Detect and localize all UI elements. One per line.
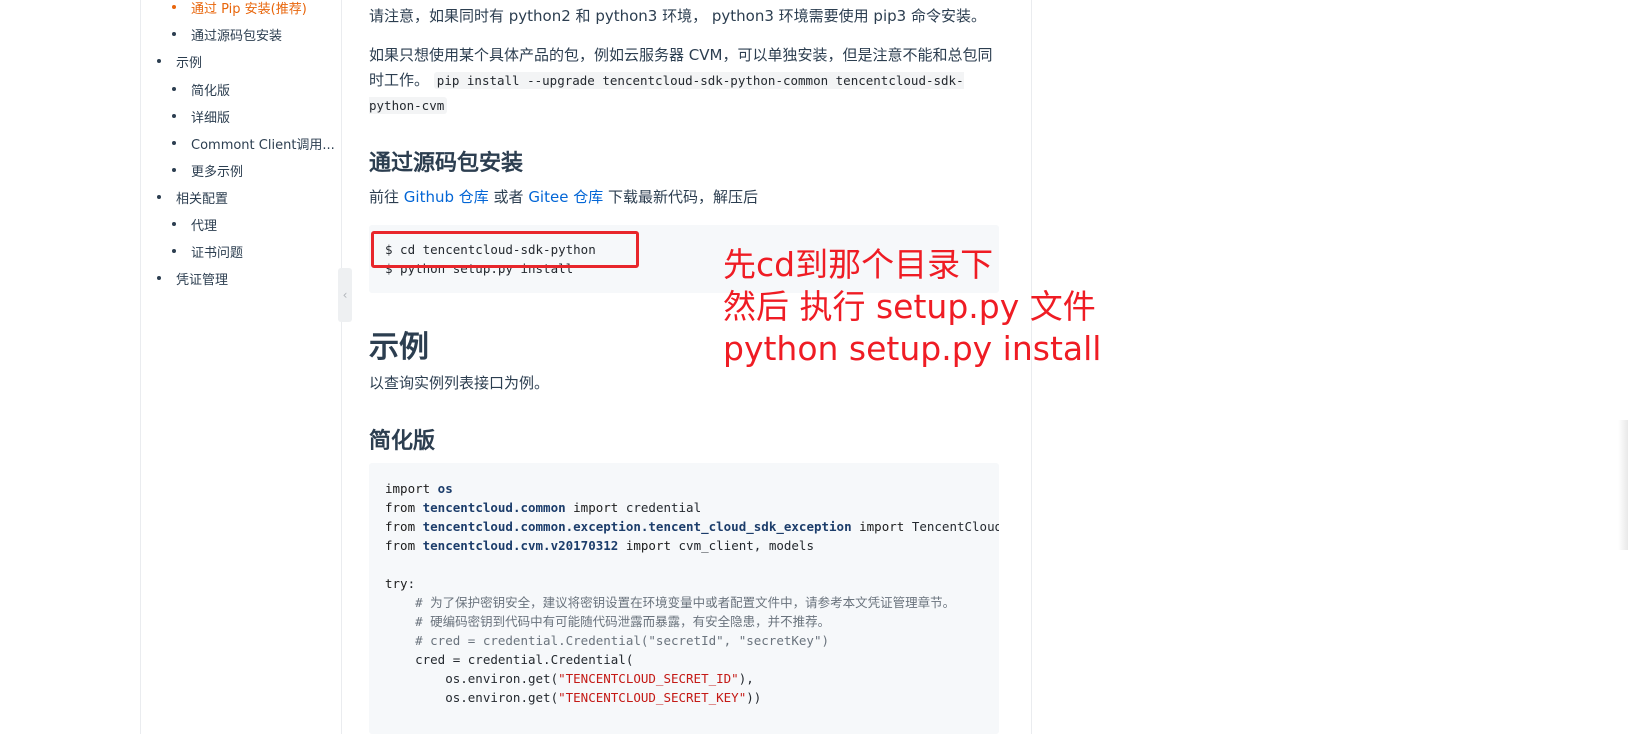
toc-item-label: 证书问题 [191, 246, 244, 261]
toc-item-label: 更多示例 [191, 165, 244, 180]
code-line: os.environ.get("TENCENTCLOUD_SECRET_KEY"… [385, 688, 761, 707]
toc-item-label: 通过源码包安装 [191, 29, 283, 44]
code-line: from tencentcloud.cvm.v20170312 import c… [385, 536, 814, 555]
code-line: from tencentcloud.common.exception.tence… [385, 517, 999, 536]
code-module: os [430, 481, 453, 496]
code-keyword: from [385, 500, 416, 515]
bullet-icon [157, 195, 161, 199]
code-text: : [407, 576, 416, 591]
paragraph-text: 或者 [488, 188, 529, 206]
toc-item-pip-install[interactable]: 通过 Pip 安装(推荐) [172, 0, 307, 17]
code-comment: # 为了保护密钥安全，建议将密钥设置在环境变量中或者配置文件中，请参考本文凭证管… [385, 595, 956, 610]
code-text: os.environ.get( [385, 690, 559, 705]
code-text: )) [746, 690, 762, 705]
bullet-icon [172, 87, 176, 91]
toc-item-source-install[interactable]: 通过源码包安装 [172, 25, 283, 44]
toc-item-label: 通过 Pip 安装(推荐) [191, 2, 307, 17]
code-line: try: [385, 574, 415, 593]
toc-item-simple[interactable]: 简化版 [172, 80, 231, 99]
code-keyword: import [851, 519, 905, 534]
paragraph-example-intro: 以查询实例列表接口为例。 [369, 374, 550, 392]
code-line: cred = credential.Credential( [385, 652, 634, 667]
code-text: cvm_client, models [671, 538, 814, 553]
code-line: import os [385, 479, 453, 498]
code-line: from tencentcloud.common import credenti… [385, 498, 701, 517]
annotation-line: 先cd到那个目录下 [723, 245, 994, 284]
toc-item-more-examples[interactable]: 更多示例 [172, 161, 244, 180]
paragraph-text: 前往 [369, 188, 404, 206]
paragraph-single-product: 如果只想使用某个具体产品的包，例如云服务器 CVM，可以单独安装，但是注意不能和… [369, 43, 999, 118]
handwritten-annotation: 先cd到那个目录下 然后 执行 setup.py 文件 python setup… [723, 244, 1101, 370]
toc-item-label: 凭证管理 [176, 273, 229, 288]
heading-examples: 示例 [369, 330, 429, 365]
bullet-icon [172, 32, 176, 36]
code-string: "TENCENTCLOUD_SECRET_KEY" [558, 690, 747, 705]
bullet-icon [157, 59, 161, 63]
toc-item-credentials[interactable]: 凭证管理 [157, 269, 229, 288]
code-comment: # cred = credential.Credential("secretId… [385, 633, 830, 648]
toc-item-label: 示例 [176, 56, 203, 71]
sidebar: 通过 Pip 安装(推荐) 通过源码包安装 示例 简化版 详细版 Commont… [140, 0, 342, 734]
simple-code-block: import os from tencentcloud.common impor… [369, 463, 999, 734]
code-module: tencentcloud.common [415, 500, 566, 515]
paragraph-pip3-note: 请注意，如果同时有 python2 和 python3 环境， python3 … [369, 7, 986, 25]
annotation-line: 然后 执行 setup.py 文件 [723, 287, 1096, 326]
toc-item-proxy[interactable]: 代理 [172, 215, 218, 234]
code-text: TencentCloudSDKException [911, 519, 999, 534]
code-keyword: from [385, 519, 416, 534]
toc-item-common-client[interactable]: Commont Client调用... [172, 134, 335, 153]
gitee-link[interactable]: Gitee 仓库 [528, 188, 603, 206]
annotation-line: python setup.py install [723, 329, 1102, 368]
code-text: os.environ.get( [385, 671, 559, 686]
heading-source-install: 通过源码包安装 [369, 151, 524, 176]
code-keyword: from [385, 538, 416, 553]
code-keyword: import [385, 481, 431, 496]
bullet-icon [172, 141, 176, 145]
code-text: credential [618, 500, 702, 515]
toc-item-cert[interactable]: 证书问题 [172, 242, 244, 261]
toc-item-label: Commont Client调用... [191, 138, 335, 153]
paragraph-text: 下载最新代码，解压后 [603, 188, 758, 206]
code-comment: # 硬编码密钥到代码中有可能随代码泄露而暴露，有安全隐患，并不推荐。 [385, 614, 831, 629]
toc-item-label: 详细版 [191, 111, 231, 126]
toc-item-label: 代理 [191, 219, 218, 234]
toc-item-label: 简化版 [191, 84, 231, 99]
edge-shadow [1618, 420, 1628, 550]
bullet-icon [172, 5, 176, 9]
highlight-box [371, 231, 639, 268]
code-module: tencentcloud.common.exception.tencent_cl… [415, 519, 852, 534]
paragraph-download: 前往 Github 仓库 或者 Gitee 仓库 下载最新代码，解压后 [369, 185, 999, 210]
code-line: os.environ.get("TENCENTCLOUD_SECRET_ID")… [385, 669, 754, 688]
code-keyword: import [565, 500, 619, 515]
code-module: tencentcloud.cvm.v20170312 [415, 538, 619, 553]
toc-item-detailed[interactable]: 详细版 [172, 107, 231, 126]
toc-item-examples[interactable]: 示例 [157, 52, 203, 71]
heading-simple: 简化版 [369, 429, 436, 454]
github-link[interactable]: Github 仓库 [404, 188, 489, 206]
toc-item-label: 相关配置 [176, 192, 229, 207]
inline-code: pip install --upgrade tencentcloud-sdk-p… [369, 72, 964, 114]
code-keyword: try [385, 576, 408, 591]
code-string: "TENCENTCLOUD_SECRET_ID" [558, 671, 739, 686]
bullet-icon [172, 114, 176, 118]
bullet-icon [172, 222, 176, 226]
code-text: ), [738, 671, 754, 686]
page: 通过 Pip 安装(推荐) 通过源码包安装 示例 简化版 详细版 Commont… [0, 0, 1628, 734]
toc-item-config[interactable]: 相关配置 [157, 188, 229, 207]
bullet-icon [172, 168, 176, 172]
code-keyword: import [618, 538, 671, 553]
bullet-icon [157, 276, 161, 280]
bullet-icon [172, 249, 176, 253]
